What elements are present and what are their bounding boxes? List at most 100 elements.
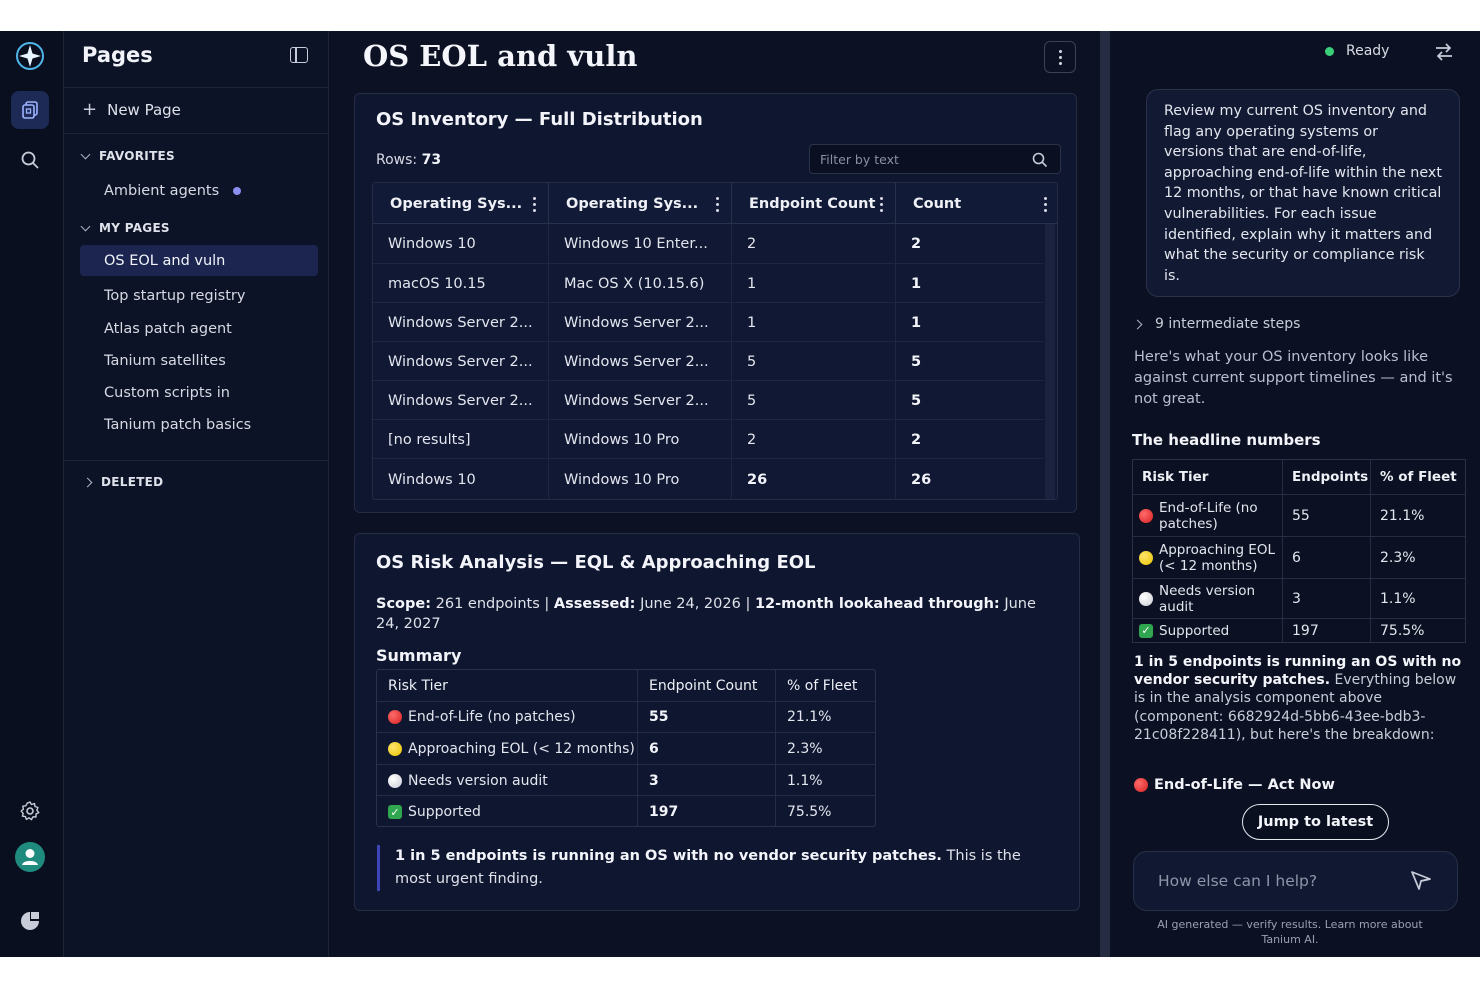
app-logo-icon[interactable] <box>11 37 49 75</box>
user-prompt-bubble: Review my current OS inventory and flag … <box>1146 89 1460 297</box>
my-pages-section-toggle[interactable]: MY PAGES <box>80 221 170 235</box>
jump-to-latest-button[interactable]: Jump to latest <box>1242 804 1389 840</box>
sidebar-item-atlas-patch-agent[interactable]: Atlas patch agent <box>80 313 318 344</box>
sidebar-item-label: Tanium patch basics <box>104 416 252 433</box>
table-cell: Windows Server 2... <box>373 381 549 420</box>
column-menu-icon[interactable] <box>1044 197 1047 212</box>
column-label: Operating Sys... <box>390 195 523 212</box>
column-header[interactable]: Endpoint Count <box>732 183 896 224</box>
table-cell: Windows Server 2... <box>549 381 732 420</box>
table-cell: Windows Server 2... <box>549 303 732 342</box>
column-header[interactable]: Operating Sys... <box>549 183 732 224</box>
scope-line: Scope: 261 endpoints | Assessed: June 24… <box>376 594 1056 634</box>
deleted-section-toggle[interactable]: DELETED <box>82 475 164 489</box>
red-circle-icon <box>1134 778 1148 792</box>
white-circle-icon <box>388 773 402 788</box>
collapse-sidebar-icon[interactable] <box>290 47 308 63</box>
favorites-section-toggle[interactable]: FAVORITES <box>80 149 175 163</box>
sidebar-item-top-startup-registry[interactable]: Top startup registry <box>80 280 318 311</box>
table-row: End-of-Life (no patches) 55 21.1% <box>377 701 875 734</box>
table-row: Approaching EOL (< 12 months) 6 2.3% <box>377 733 875 765</box>
risk-tier-label: Needs version audit <box>1159 582 1256 615</box>
rows-label: Rows: <box>376 152 418 168</box>
table-cell: Windows 10 <box>373 224 549 264</box>
table-cell: 5 <box>732 381 896 420</box>
app-window: Pages + New Page FAVORITES Ambient agent… <box>0 31 1480 957</box>
sidebar-item-label: OS EOL and vuln <box>104 252 226 269</box>
sidebar-item-os-eol-and-vuln[interactable]: OS EOL and vuln <box>80 245 318 276</box>
send-icon[interactable] <box>1410 870 1432 890</box>
deleted-label: DELETED <box>101 475 164 489</box>
endpoint-count-cell: 3 <box>638 764 776 797</box>
table-header: Risk Tier Endpoints % of Fleet <box>1133 460 1465 495</box>
fleet-percent-cell: 75.5% <box>787 804 832 821</box>
settings-gear-icon[interactable] <box>11 792 49 830</box>
table-row: Needs version audit 3 1.1% <box>1133 579 1465 619</box>
user-avatar-icon[interactable] <box>11 838 49 876</box>
pages-icon[interactable] <box>11 91 49 129</box>
table-cell: Mac OS X (10.15.6) <box>549 264 732 303</box>
column-header[interactable]: Operating Sys... <box>373 183 549 224</box>
fleet-percent-cell: 21.1% <box>1380 507 1425 524</box>
column-menu-icon[interactable] <box>533 197 536 212</box>
panel-resize-handle[interactable] <box>1100 31 1110 957</box>
sidebar-item-custom-scripts-in[interactable]: Custom scripts in <box>80 377 318 408</box>
swap-arrows-icon[interactable] <box>1434 43 1454 61</box>
table-scrollbar[interactable] <box>1045 224 1055 499</box>
column-header: Endpoint Count <box>638 670 776 702</box>
table-row[interactable]: [no results] Windows 10 Pro 2 2 <box>373 420 1043 459</box>
table-row: Approaching EOL (< 12 months) 6 2.3% <box>1133 537 1465 579</box>
lookahead-label: 12-month lookahead through: <box>754 596 1000 612</box>
chevron-right-icon <box>82 477 93 487</box>
table-row[interactable]: Windows Server 2... Windows Server 2... 1 1 <box>373 303 1043 342</box>
column-header[interactable]: Count <box>896 183 1057 224</box>
status-label: Ready <box>1346 43 1390 59</box>
filter-input[interactable]: Filter by text <box>809 144 1061 174</box>
column-menu-icon[interactable] <box>716 197 719 212</box>
sidebar-item-label: Ambient agents <box>104 182 220 199</box>
risk-tier-label: Supported <box>408 804 481 821</box>
sidebar-title: Pages <box>82 43 153 67</box>
response-paragraph: 1 in 5 endpoints is running an OS with n… <box>1134 653 1464 744</box>
page-menu-button[interactable] <box>1044 41 1076 73</box>
table-row[interactable]: Windows 10 Windows 10 Pro 26 26 <box>373 459 1043 499</box>
sidebar-item-tanium-patch-basics[interactable]: Tanium patch basics <box>80 409 318 440</box>
table-row[interactable]: Windows 10 Windows 10 Enter... 2 2 <box>373 224 1043 264</box>
chat-input[interactable]: How else can I help? <box>1133 851 1458 911</box>
rows-value: 73 <box>421 152 442 168</box>
table-row: End-of-Life (no patches) 55 21.1% <box>1133 495 1465 537</box>
yellow-circle-icon <box>1139 550 1153 565</box>
icon-rail <box>0 31 64 957</box>
table-cell: 26 <box>732 459 896 499</box>
column-menu-icon[interactable] <box>880 197 883 212</box>
my-pages-label: MY PAGES <box>99 221 170 235</box>
search-icon[interactable] <box>11 141 49 179</box>
table-cell: macOS 10.15 <box>373 264 549 303</box>
sidebar-item-tanium-satellites[interactable]: Tanium satellites <box>80 345 318 376</box>
table-cell: 5 <box>911 353 922 370</box>
summary-table: Risk Tier Endpoint Count % of Fleet End-… <box>376 669 876 827</box>
risk-tier-cell: End-of-Life (no patches) <box>1133 495 1283 536</box>
table-row[interactable]: Windows Server 2... Windows Server 2... 5 5 <box>373 342 1043 381</box>
chevron-right-icon <box>1132 319 1143 329</box>
ai-disclaimer: AI generated — verify results. Learn mor… <box>1157 918 1423 946</box>
table-cell: 2 <box>911 236 922 252</box>
tanium-brand-icon[interactable] <box>11 902 49 940</box>
column-label: Count <box>913 195 962 212</box>
column-header: Endpoints <box>1283 460 1371 494</box>
sidebar-item-ambient-agents[interactable]: Ambient agents <box>80 175 318 206</box>
new-page-button[interactable]: + New Page <box>82 99 181 120</box>
table-row[interactable]: macOS 10.15 Mac OS X (10.15.6) 1 1 <box>373 264 1043 303</box>
new-page-label: New Page <box>107 100 181 119</box>
table-cell: Windows Server 2... <box>373 303 549 342</box>
status-dot-icon <box>1325 46 1334 56</box>
risk-tier-cell: ✓ Supported <box>1133 619 1283 642</box>
table-cell: Windows 10 Enter... <box>549 224 732 264</box>
table-cell: 1 <box>732 303 896 342</box>
page-title: OS EOL and vuln <box>363 39 638 73</box>
column-label: Endpoint Count <box>749 195 876 212</box>
intermediate-steps-toggle[interactable]: 9 intermediate steps <box>1132 316 1300 332</box>
table-cell: 26 <box>911 471 932 488</box>
column-header: Risk Tier <box>377 670 638 702</box>
table-row[interactable]: Windows Server 2... Windows Server 2... 5 5 <box>373 381 1043 420</box>
